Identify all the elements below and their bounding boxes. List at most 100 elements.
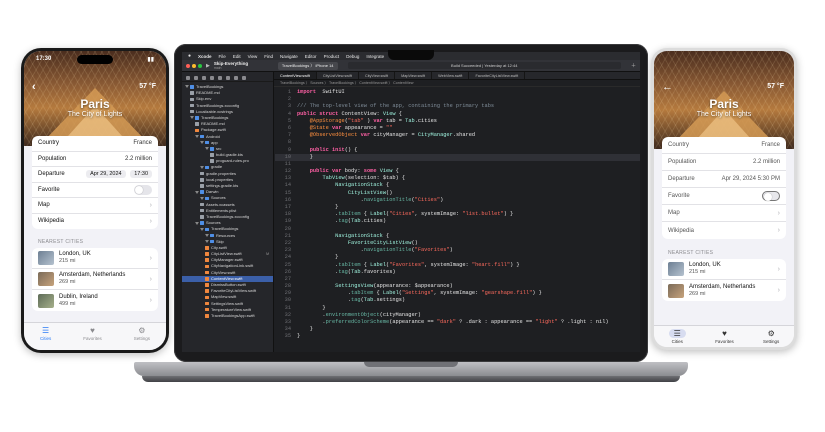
back-chevron-icon[interactable]: ‹ <box>32 81 36 93</box>
menu-integrate[interactable]: Integrate <box>366 54 384 59</box>
favorite-switch[interactable] <box>762 191 780 201</box>
menu-navigate[interactable]: Navigate <box>280 54 298 59</box>
disclosure-icon[interactable] <box>195 134 199 138</box>
apple-icon[interactable]: ● <box>188 53 191 59</box>
wikipedia-row[interactable]: Wikipedia › <box>662 222 786 239</box>
disclosure-icon[interactable] <box>195 190 199 194</box>
nearest-city-name: London, UK <box>689 262 721 268</box>
disclosure-icon[interactable] <box>200 165 204 169</box>
disclosure-icon[interactable] <box>195 221 199 225</box>
breakpoint-icon[interactable] <box>242 75 246 80</box>
file-icon <box>200 202 204 207</box>
minimize-window-button[interactable] <box>192 63 196 68</box>
wikipedia-row[interactable]: Wikipedia › <box>32 214 158 230</box>
code-line: 4 public struct ContentView: View { <box>275 111 640 118</box>
departure-date-picker[interactable]: Apr 29, 2024 <box>86 170 126 179</box>
menu-file[interactable]: File <box>219 54 226 59</box>
disclosure-icon[interactable] <box>200 227 204 231</box>
editor-tab[interactable]: WebView.swift <box>432 72 470 79</box>
folder-icon <box>205 165 209 170</box>
source-control-icon[interactable] <box>194 75 198 80</box>
nearest-city-row[interactable]: London, UK 215 mi › <box>662 259 786 280</box>
disclosure-icon[interactable] <box>205 233 209 237</box>
editor-tab[interactable]: FavoriteCityListView.swift <box>469 72 526 79</box>
editor-tabs: ContentView.swift CityListView.swift CityV… <box>274 72 640 80</box>
code-text: import SwiftUI <box>297 89 345 95</box>
departure-row[interactable]: Departure Apr 29, 2024 5:30 PM <box>662 171 786 188</box>
disclosure-icon[interactable] <box>185 85 189 89</box>
folder-icon <box>200 190 204 194</box>
favorite-toggle[interactable] <box>134 184 152 195</box>
list-bullet-icon: ☰ <box>42 326 50 335</box>
menu-view[interactable]: View <box>248 54 258 59</box>
departure-label: Departure <box>38 171 65 178</box>
line-number: 3 <box>287 103 291 110</box>
navigator-item[interactable]: TravelBookingsApp.swift <box>182 313 273 319</box>
code-line: 3 /// The top-level view of the app, cont… <box>275 103 640 110</box>
map-row[interactable]: Map › <box>32 198 158 214</box>
nearest-city-row[interactable]: Amsterdam, Netherlands 269 mi › <box>662 280 786 301</box>
menu-editor[interactable]: Editor <box>305 54 317 59</box>
menu-edit[interactable]: Edit <box>233 54 241 59</box>
temperature[interactable]: 57 °F <box>139 83 156 90</box>
navigator-item-label: ContentView.swift <box>211 275 243 281</box>
disclosure-icon[interactable] <box>205 147 209 151</box>
tab-cities[interactable]: ☰ Cities <box>40 326 51 350</box>
editor-tab[interactable]: CityListView.swift <box>317 72 359 79</box>
disclosure-icon[interactable] <box>200 141 204 145</box>
search-icon[interactable] <box>210 75 214 80</box>
back-arrow-icon[interactable]: ← <box>662 81 673 93</box>
editor-tab[interactable]: ContentView.swift <box>274 72 317 79</box>
wikipedia-label: Wikipedia <box>668 227 695 234</box>
tab-settings[interactable]: ⚙ Settings <box>134 326 150 350</box>
menu-product[interactable]: Product <box>324 54 340 59</box>
code-editor[interactable]: 1 import SwiftUI 2 3 /// The top-level view … <box>275 87 640 352</box>
warning-icon[interactable] <box>218 75 222 80</box>
disclosure-icon[interactable] <box>205 240 209 244</box>
nearest-city-row[interactable]: London, UK 215 mi › <box>32 248 158 269</box>
folder-icon[interactable] <box>186 75 190 80</box>
file-icon <box>200 184 204 188</box>
nearest-city-row[interactable]: Dublin, Ireland 499 mi › <box>32 290 158 311</box>
breadcrumb[interactable]: TravelBookings 〉 Sources 〉 TravelBooking… <box>274 80 640 87</box>
departure-time-picker[interactable]: 17:30 <box>130 170 152 179</box>
build-status: Build Succeeded | Yesterday at 12:44 <box>347 62 621 69</box>
departure-value[interactable]: Apr 29, 2024 5:30 PM <box>722 176 780 182</box>
file-icon <box>195 122 199 126</box>
temperature[interactable]: 57 °F <box>767 83 784 90</box>
menu-debug[interactable]: Debug <box>346 54 359 59</box>
swift-file-icon <box>205 246 209 250</box>
menu-xcode[interactable]: Xcode <box>198 54 212 59</box>
map-row[interactable]: Map › <box>662 205 786 222</box>
close-window-button[interactable] <box>186 63 190 68</box>
code-line: 25 .tabItem { Label("Favorites", systemI… <box>275 262 640 269</box>
tab-settings[interactable]: ⚙ Settings <box>763 329 779 347</box>
editor-tab[interactable]: MapView.swift <box>395 72 433 79</box>
zoom-window-button[interactable] <box>198 63 202 68</box>
tab-favorites[interactable]: ♥ Favorites <box>715 329 734 347</box>
plus-icon[interactable]: ＋ <box>631 62 636 69</box>
nearest-city-row[interactable]: Amsterdam, Netherlands 269 mi › <box>32 269 158 290</box>
line-number: 17 <box>284 204 291 210</box>
scheme-selector[interactable]: TravelBookings 〉 iPhone 14 <box>277 61 338 70</box>
tab-cities[interactable]: ☰ Cities <box>668 329 686 347</box>
symbol-icon[interactable] <box>202 75 206 80</box>
disclosure-icon[interactable] <box>190 116 194 120</box>
heart-icon: ♥ <box>722 329 727 338</box>
code-text: @ObservedObject var cityManager = CityMa… <box>309 132 476 139</box>
menu-find[interactable]: Find <box>264 54 273 59</box>
code-line: 29 .tabItem { Label("Settings", systemIm… <box>275 290 640 297</box>
population-label: Population <box>38 155 67 162</box>
tab-favorites[interactable]: ♥ Favorites <box>83 326 102 350</box>
disclosure-icon[interactable] <box>200 196 204 200</box>
navigator-item-label: TravelBookings <box>196 84 224 89</box>
folder-icon <box>200 221 204 225</box>
navigator-item-label: app <box>211 139 218 145</box>
test-icon[interactable] <box>226 75 230 80</box>
editor-tab[interactable]: CityView.swift <box>359 72 396 79</box>
nearest-city-text: Amsterdam, Netherlands 269 mi <box>59 272 150 286</box>
code-text: } <box>297 153 313 160</box>
debug-icon[interactable] <box>234 75 238 80</box>
code-text: public init() { <box>309 146 358 153</box>
run-icon[interactable]: ▶ <box>206 63 210 69</box>
